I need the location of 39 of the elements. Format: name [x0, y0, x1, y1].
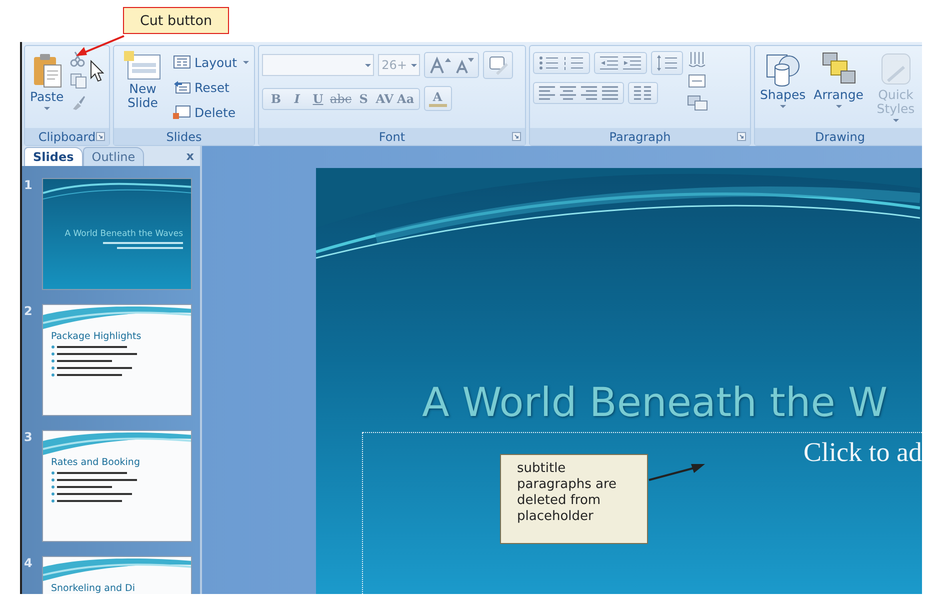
slide-title: Rates and Booking: [50, 456, 141, 470]
pane-tab[interactable]: Outline: [82, 147, 144, 166]
underline-button[interactable]: U: [309, 92, 327, 106]
callout-label: Cut button: [123, 7, 229, 34]
shadow-button[interactable]: S: [354, 92, 373, 106]
arrange-button[interactable]: Arrange: [812, 49, 866, 112]
shapes-button[interactable]: Shapes: [758, 49, 808, 112]
paste-button[interactable]: Paste: [28, 49, 66, 114]
group-label: Font: [378, 130, 406, 144]
slide-number: 3: [24, 430, 34, 444]
case-button[interactable]: Aa: [396, 92, 415, 106]
reset-button[interactable]: Reset: [172, 76, 251, 98]
new-slide-button[interactable]: New Slide: [117, 49, 168, 112]
group-label: Drawing: [815, 130, 865, 144]
strikethrough-button[interactable]: abc: [330, 92, 352, 106]
group-label: Slides: [166, 130, 202, 144]
slide-title: Snorkeling and Di: [50, 582, 136, 594]
font-size-field[interactable]: 26+: [378, 54, 420, 76]
slide-thumbnail[interactable]: Package Highlights: [42, 304, 192, 416]
slide-number: 4: [24, 556, 34, 570]
slide-title: A World Beneath the Waves: [64, 228, 184, 241]
slide-title: A World Beneath the W: [422, 380, 889, 426]
delete-button[interactable]: Delete: [172, 101, 251, 123]
slide-number: 1: [24, 178, 34, 192]
close-button[interactable]: x: [186, 149, 194, 163]
callout-label: subtitle paragraphs are deleted from placeholder: [500, 454, 648, 544]
group-label: Paragraph: [609, 130, 671, 144]
placeholder-text: Click to ad: [804, 437, 922, 468]
slide-thumbnail[interactable]: A World Beneath the Waves: [42, 178, 192, 290]
layout-button[interactable]: Layout: [172, 51, 251, 73]
group-label: Clipboard: [38, 130, 96, 144]
slide-thumbnail[interactable]: Rates and Booking: [42, 430, 192, 542]
italic-button[interactable]: I: [288, 92, 306, 106]
slide-title: Package Highlights: [50, 330, 142, 344]
spacing-button[interactable]: AV: [376, 92, 394, 106]
slide-thumbnail[interactable]: Snorkeling and Di: [42, 556, 192, 594]
bold-button[interactable]: B: [267, 92, 285, 106]
pane-tab[interactable]: Slides: [24, 147, 83, 166]
slide-number: 2: [24, 304, 34, 318]
